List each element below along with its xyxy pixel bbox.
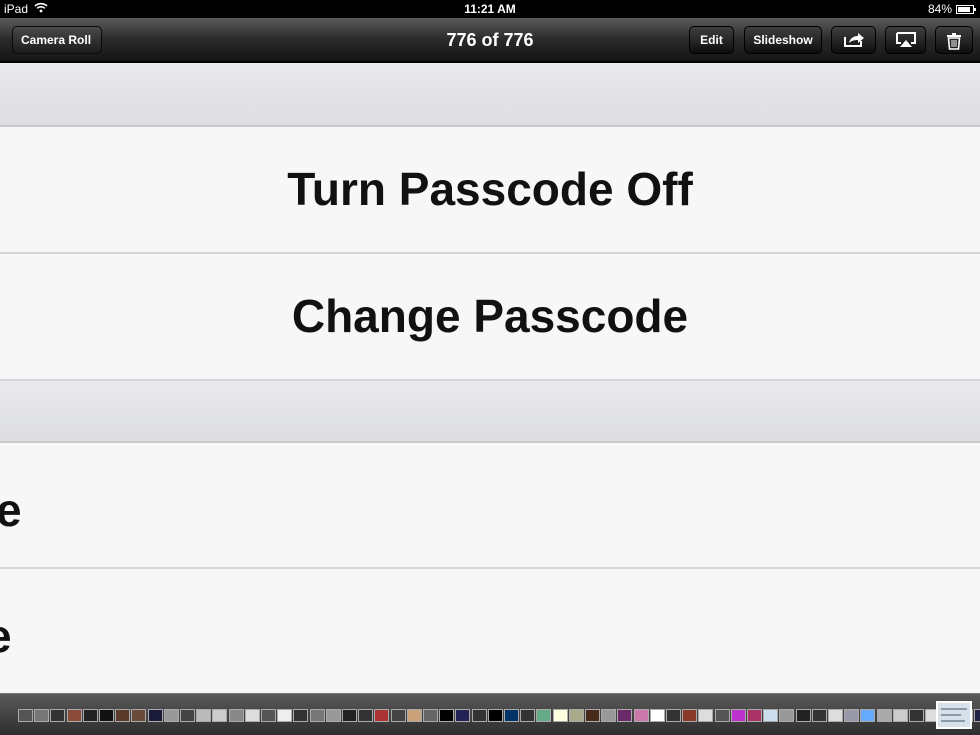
photo-thumbnail[interactable]: [244, 709, 260, 722]
thumbnail-scrubber[interactable]: [0, 693, 980, 735]
photo-thumbnail[interactable]: [698, 709, 714, 722]
photo-thumbnail[interactable]: [439, 709, 455, 722]
photo-thumbnail[interactable]: [34, 709, 50, 722]
battery-icon: [956, 4, 976, 14]
edit-button[interactable]: Edit: [689, 26, 734, 54]
photo-thumbnail[interactable]: [520, 709, 536, 722]
nav-bar: 776 of 776 Camera Roll Edit Slideshow: [0, 18, 980, 62]
photo-thumbnail[interactable]: [795, 709, 811, 722]
photo-thumbnail[interactable]: [50, 709, 66, 722]
photo-thumbnail[interactable]: [649, 709, 665, 722]
photo-thumbnail[interactable]: [228, 709, 244, 722]
photo-thumbnail[interactable]: [277, 709, 293, 722]
photo-row: e: [0, 569, 980, 693]
photo-thumbnail[interactable]: [504, 709, 519, 722]
photo-thumbnail[interactable]: [115, 709, 131, 722]
trash-icon: [947, 33, 961, 50]
row-text-partial: e: [0, 569, 980, 663]
photo-thumbnail[interactable]: [714, 709, 730, 722]
delete-button[interactable]: [935, 26, 973, 54]
photo-thumbnail[interactable]: [730, 709, 746, 722]
photo-thumbnail[interactable]: [358, 709, 374, 722]
photo-thumbnail[interactable]: [293, 709, 309, 722]
photo-row: e: [0, 443, 980, 569]
group-separator: [0, 381, 980, 443]
battery-fill: [958, 6, 970, 12]
photo-row: Change Passcode: [0, 254, 980, 381]
camera-roll-back-button[interactable]: Camera Roll: [12, 26, 103, 54]
photo-thumbnail[interactable]: [309, 709, 325, 722]
photo-thumbnail[interactable]: [18, 709, 33, 722]
photo-thumbnail[interactable]: [374, 709, 390, 722]
photo-thumbnail[interactable]: [860, 709, 876, 722]
share-icon: [843, 33, 864, 47]
photo-thumbnail[interactable]: [844, 709, 860, 722]
row-text-change-passcode: Change Passcode: [291, 290, 689, 342]
thumb-line: [941, 720, 965, 722]
airplay-icon: [895, 32, 916, 47]
photo-thumbnail[interactable]: [406, 709, 422, 722]
photo-thumbnail[interactable]: [163, 709, 179, 722]
photo-thumbnail[interactable]: [568, 709, 584, 722]
photo-thumbnail[interactable]: [212, 709, 228, 722]
photo-thumbnail[interactable]: [471, 709, 487, 722]
photo-thumbnail[interactable]: [180, 709, 195, 722]
photo-thumbnail[interactable]: [131, 709, 147, 722]
photo-thumbnail[interactable]: [909, 709, 924, 722]
row-text-turn-passcode-off: Turn Passcode Off: [287, 163, 693, 215]
airplay-button[interactable]: [885, 26, 926, 54]
photo-view[interactable]: Turn Passcode Off Change Passcode e e: [0, 63, 980, 693]
status-right: 84%: [927, 0, 976, 18]
photo-thumbnail[interactable]: [828, 709, 843, 722]
photo-thumbnail[interactable]: [99, 709, 114, 722]
photo-thumbnail[interactable]: [617, 709, 633, 722]
photo-thumbnail[interactable]: [342, 709, 357, 722]
photo-thumbnail[interactable]: [552, 709, 568, 722]
status-bar: iPad 11:21 AM 84%: [0, 0, 980, 18]
photo-thumbnail[interactable]: [390, 709, 406, 722]
photo-thumbnail[interactable]: [82, 709, 98, 722]
photo-thumbnail[interactable]: [601, 709, 617, 722]
photo-thumbnail[interactable]: [66, 709, 82, 722]
current-photo-thumbnail[interactable]: [936, 701, 972, 729]
photo-thumbnail[interactable]: [747, 709, 762, 722]
photo-thumbnail[interactable]: [261, 709, 276, 722]
clock: 11:21 AM: [464, 2, 516, 16]
group-separator: [0, 63, 980, 127]
photo-thumbnail[interactable]: [682, 709, 698, 722]
slideshow-button[interactable]: Slideshow: [744, 26, 822, 54]
photo-thumbnail[interactable]: [196, 709, 212, 722]
photo-thumbnail[interactable]: [763, 709, 779, 722]
photo-thumbnail[interactable]: [779, 709, 795, 722]
row-text-partial: e: [0, 484, 22, 536]
thumb-line: [941, 714, 961, 716]
thumb-line: [941, 708, 967, 710]
photo-thumbnail[interactable]: [666, 709, 681, 722]
photo-row: Turn Passcode Off: [0, 127, 980, 254]
photo-thumbnail[interactable]: [455, 709, 471, 722]
photo-thumbnail[interactable]: [892, 709, 908, 722]
photo-thumbnail[interactable]: [585, 709, 600, 722]
photo-thumbnail[interactable]: [487, 709, 503, 722]
photo-thumbnail[interactable]: [325, 709, 341, 722]
photo-thumbnail[interactable]: [536, 709, 552, 722]
photo-thumbnail[interactable]: [876, 709, 892, 722]
photo-thumbnail[interactable]: [811, 709, 827, 722]
battery-percent: 84%: [927, 2, 952, 16]
photo-thumbnail[interactable]: [633, 709, 649, 722]
photo-thumbnail[interactable]: [423, 709, 438, 722]
thumbnail-strip[interactable]: [18, 709, 980, 722]
photo-thumbnail[interactable]: [973, 709, 980, 722]
photo-thumbnail[interactable]: [147, 709, 163, 722]
share-button[interactable]: [831, 26, 876, 54]
